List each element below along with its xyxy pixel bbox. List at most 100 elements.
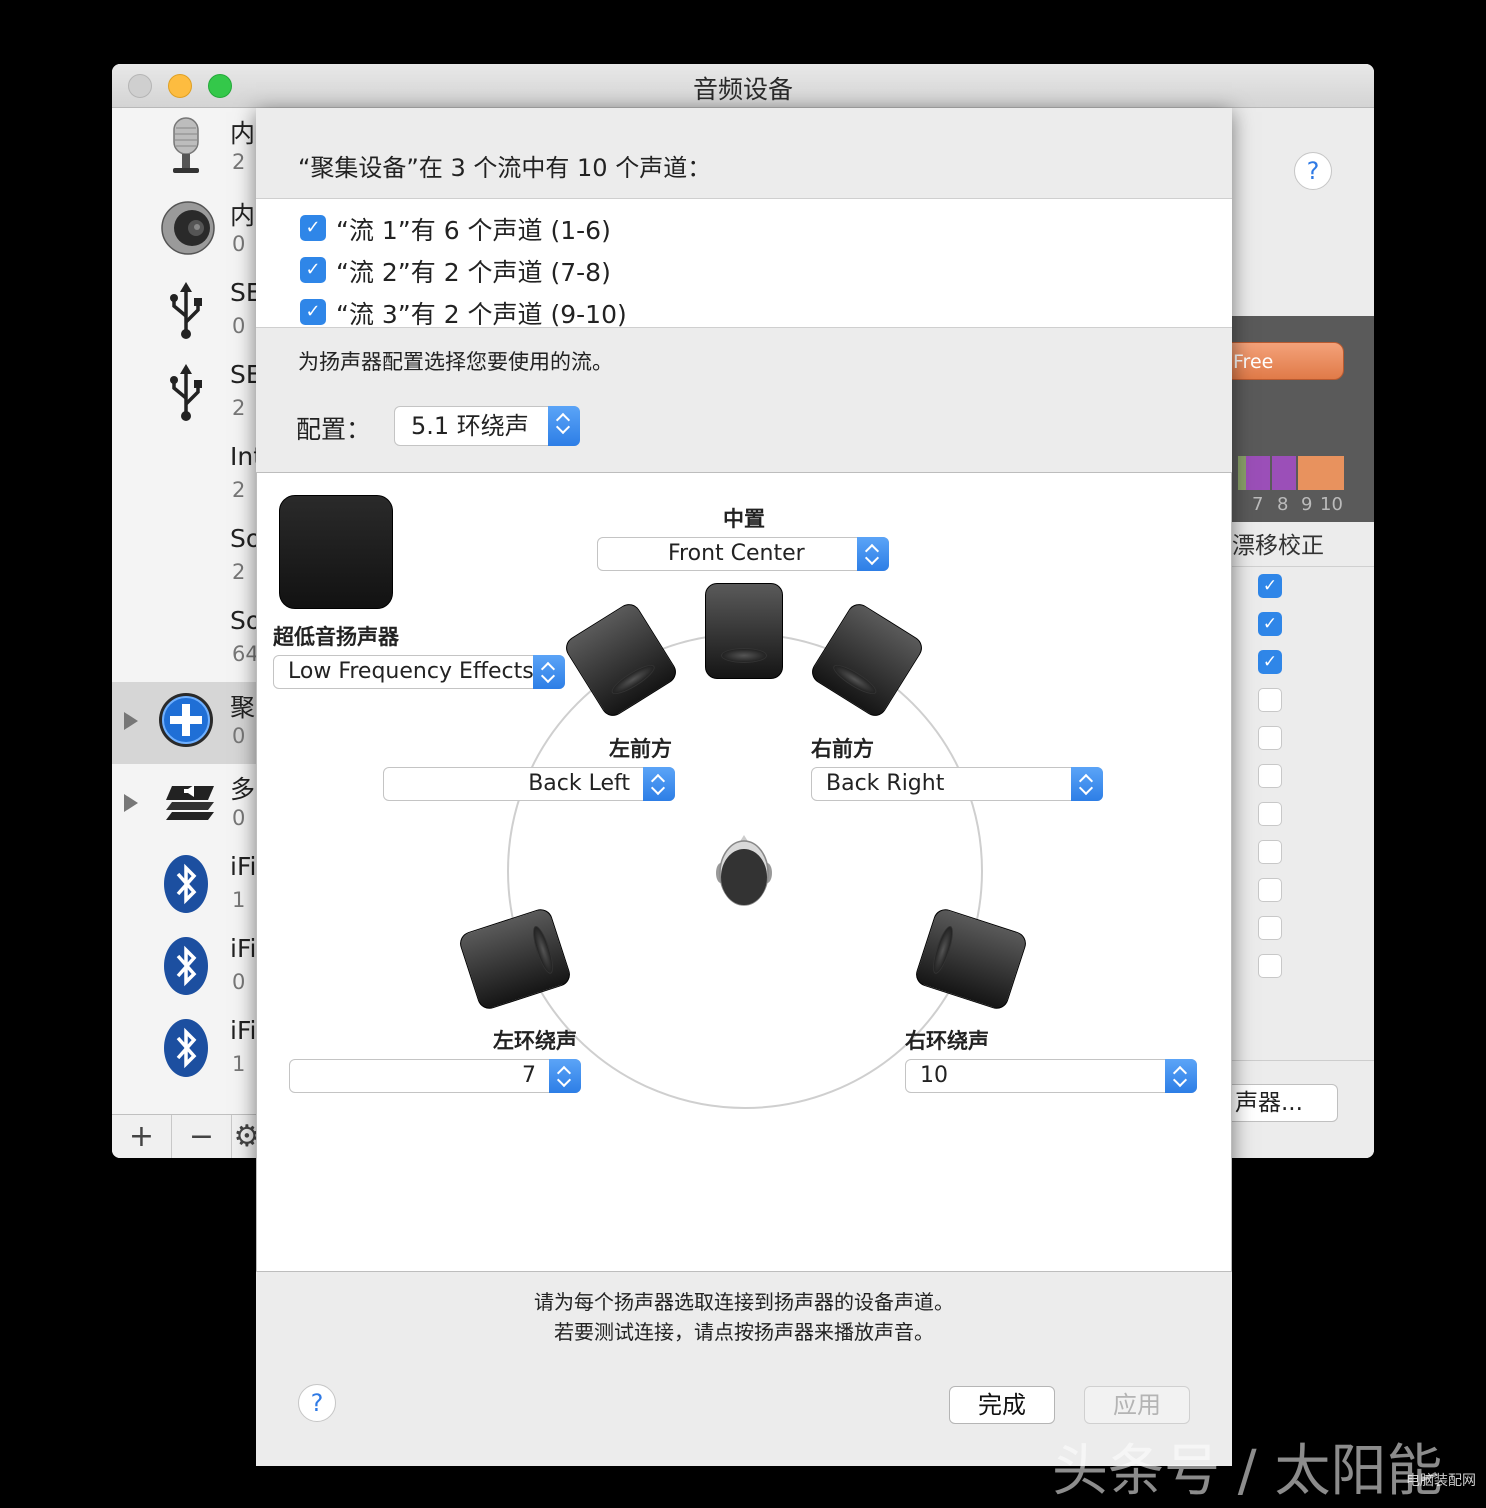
device-channels: 2 [232,150,246,174]
drift-checkbox[interactable] [1258,802,1282,826]
chevron-updown-icon [643,767,675,801]
title-bar: 音频设备 [112,64,1374,108]
subwoofer-label: 超低音扬声器 [273,625,399,649]
device-item-bluetooth[interactable]: iFi 0 [112,928,262,1010]
channel-number: 10 [1320,494,1343,515]
device-channels: 64 [232,642,259,666]
help-button[interactable]: ? [298,1384,336,1422]
channel-block [1246,456,1270,490]
drift-checkbox[interactable] [1258,916,1282,940]
center-channel-value: Front Center [668,541,805,566]
device-channels: 0 [232,314,246,338]
device-channels: 1 [232,888,246,912]
drift-checkbox[interactable] [1258,954,1282,978]
surround-left-label: 左环绕声 [493,1029,577,1053]
drift-checkbox[interactable]: ✓ [1258,650,1282,674]
subwoofer-speaker[interactable] [279,495,393,609]
stream-checkbox[interactable]: ✓ [300,299,326,325]
device-channels: 0 [232,970,246,994]
device-item[interactable]: 内 2 [112,108,262,190]
center-channel-popup[interactable]: Front Center [597,537,889,571]
front-right-channel-popup[interactable]: Back Right [811,767,1103,801]
usb-icon [170,282,202,339]
bluetooth-icon [164,937,208,995]
drift-checkbox[interactable]: ✓ [1258,574,1282,598]
window-title: 音频设备 [692,75,793,104]
help-button[interactable]: ? [1294,152,1332,190]
usb-icon [170,364,202,421]
disclosure-triangle-icon[interactable] [124,712,138,730]
add-device-button[interactable]: + [112,1115,172,1158]
front-left-channel-popup[interactable]: Back Left [383,767,675,801]
channel-block [1272,456,1296,490]
surround-right-channel-popup[interactable]: 10 [905,1059,1197,1093]
configuration-label: 配置： [296,415,372,444]
device-item-aggregate[interactable]: 聚 0 [112,682,262,764]
listener-head-icon [716,835,772,906]
stream-checkbox[interactable]: ✓ [300,257,326,283]
drift-checkbox[interactable] [1258,764,1282,788]
drift-checkbox[interactable] [1258,688,1282,712]
surround-left-channel-popup[interactable]: 7 [289,1059,581,1093]
chevron-updown-icon [549,1059,581,1093]
drift-checkbox[interactable] [1258,840,1282,864]
channel-number: 8 [1277,494,1289,515]
surround-right-label: 右环绕声 [905,1029,989,1053]
device-item-multi-output[interactable]: 多 0 [112,764,262,846]
device-item[interactable]: 内 0 [112,190,262,272]
chevron-updown-icon [533,655,565,689]
device-item-bluetooth[interactable]: iFi 1 [112,1010,262,1092]
device-item-bluetooth[interactable]: iFi 1 [112,846,262,928]
device-item[interactable]: SE 0 [112,272,262,354]
subwoofer-channel-popup[interactable]: Low Frequency Effects [273,655,565,689]
configure-speakers-sheet: “聚集设备”在 3 个流中有 10 个声道： ✓ “流 1”有 6 个声道 (1… [256,108,1232,1466]
channel-number: 9 [1301,494,1313,515]
front-left-label: 左前方 [609,737,672,761]
configuration-value: 5.1 环绕声 [411,412,529,440]
stream-list: ✓ “流 1”有 6 个声道 (1-6) ✓ “流 2”有 2 个声道 (7-8… [256,198,1232,329]
center-label: 中置 [723,507,765,531]
instruction-text: 若要测试连接，请点按扬声器来播放声音。 [554,1320,934,1344]
device-channels: 0 [232,232,246,256]
device-name: iFi [230,934,257,963]
device-channels: 2 [232,396,246,420]
bluetooth-icon [164,1019,208,1077]
apply-button[interactable]: 应用 [1084,1386,1190,1424]
front-right-channel-value: Back Right [826,771,945,796]
device-item[interactable]: Int 2 [112,436,263,518]
done-button[interactable]: 完成 [949,1386,1055,1424]
stream-checkbox[interactable]: ✓ [300,215,326,241]
configuration-popup[interactable]: 5.1 环绕声 [394,406,580,446]
device-channels: 1 [232,1052,246,1076]
device-item[interactable]: So 2 [112,518,262,600]
chevron-updown-icon [1165,1059,1197,1093]
speaker-icon [161,201,215,255]
surround-right-channel-value: 10 [920,1063,948,1088]
drift-checkbox[interactable]: ✓ [1258,612,1282,636]
device-channels: 2 [232,478,246,502]
surround-left-channel-value: 7 [522,1063,536,1088]
device-channels: 2 [232,560,246,584]
device-name: iFi [230,852,257,881]
front-left-channel-value: Back Left [528,771,630,796]
device-channels: 0 [232,806,246,830]
stream-label: “流 2”有 2 个声道 (7-8) [336,258,611,287]
divider [1232,566,1374,567]
front-right-label: 右前方 [811,737,874,761]
stream-label: “流 3”有 2 个声道 (9-10) [336,300,627,329]
remove-device-button[interactable]: − [172,1115,232,1158]
device-name: 聚 [230,693,256,722]
bluetooth-icon [164,855,208,913]
stream-hint: 为扬声器配置选择您要使用的流。 [298,350,613,374]
device-item[interactable]: So 64 [112,600,262,682]
device-sidebar: 内 2 内 0 SE 0 SE 2 Int 2 So 2 So 64 聚 0 多… [112,108,263,1114]
drift-checkbox[interactable] [1258,878,1282,902]
disclosure-triangle-icon[interactable] [124,794,138,812]
channel-number: 7 [1252,494,1264,515]
chevron-updown-icon [1071,767,1103,801]
drift-checkbox[interactable] [1258,726,1282,750]
device-item[interactable]: SE 2 [112,354,262,436]
sidebar-toolbar: + − ⚙ [112,1114,262,1158]
multi-output-icon [166,785,214,820]
center-speaker[interactable] [705,583,783,679]
